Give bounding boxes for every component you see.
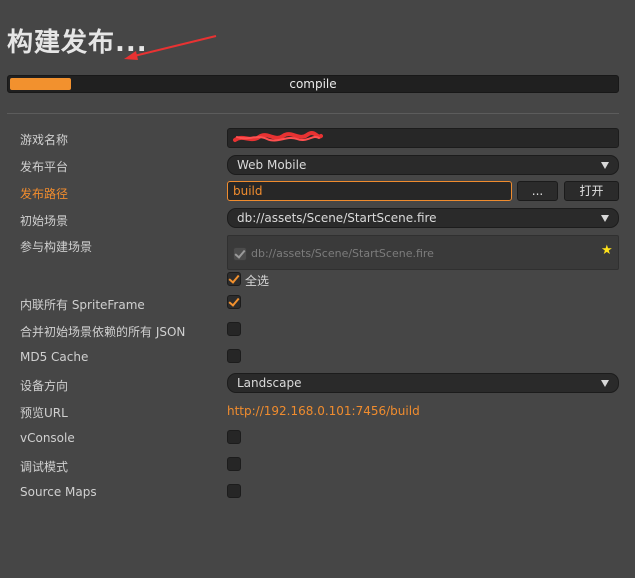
vconsole-label: vConsole: [20, 431, 75, 445]
build-progress-bar: compile: [7, 75, 619, 93]
scene-list-item: db://assets/Scene/StartScene.fire: [251, 247, 434, 260]
game-name-input[interactable]: [227, 128, 619, 148]
chevron-down-icon: [601, 380, 609, 387]
orientation-value: Landscape: [237, 376, 302, 390]
platform-select[interactable]: Web Mobile: [227, 155, 619, 175]
orientation-label: 设备方向: [20, 379, 69, 393]
start-scene-label: 初始场景: [20, 214, 69, 228]
preview-url-label: 预览URL: [20, 406, 68, 420]
start-scene-select[interactable]: db://assets/Scene/StartScene.fire: [227, 208, 619, 228]
browse-button[interactable]: ...: [517, 181, 558, 201]
merge-json-label: 合并初始场景依赖的所有 JSON: [20, 325, 186, 339]
progress-label: compile: [289, 77, 337, 91]
inline-spriteframe-label: 内联所有 SpriteFrame: [20, 298, 145, 312]
scene-checkbox: [233, 247, 247, 261]
build-path-label: 发布路径: [20, 187, 69, 201]
build-path-input[interactable]: build: [227, 181, 512, 201]
build-path-value: build: [233, 184, 263, 198]
select-all-label: 全选: [245, 274, 270, 288]
inline-spriteframe-checkbox[interactable]: [227, 295, 241, 309]
debug-mode-checkbox[interactable]: [227, 457, 241, 471]
annotation-arrow: [124, 35, 217, 60]
redaction-scribble: [233, 131, 323, 142]
source-maps-checkbox[interactable]: [227, 484, 241, 498]
open-folder-button[interactable]: 打开: [564, 181, 619, 201]
merge-json-checkbox[interactable]: [227, 322, 241, 336]
md5-cache-checkbox[interactable]: [227, 349, 241, 363]
start-scene-value: db://assets/Scene/StartScene.fire: [237, 211, 437, 225]
vconsole-checkbox[interactable]: [227, 430, 241, 444]
platform-label: 发布平台: [20, 160, 69, 174]
select-all-checkbox[interactable]: [227, 272, 241, 286]
preview-url-link[interactable]: http://192.168.0.101:7456/build: [227, 404, 420, 418]
chevron-down-icon: [601, 162, 609, 169]
source-maps-label: Source Maps: [20, 485, 97, 499]
game-name-label: 游戏名称: [20, 133, 69, 147]
debug-mode-label: 调试模式: [20, 460, 69, 474]
star-icon: ★: [601, 243, 613, 258]
divider: [7, 113, 619, 114]
chevron-down-icon: [601, 215, 609, 222]
md5-cache-label: MD5 Cache: [20, 350, 89, 364]
platform-value: Web Mobile: [237, 158, 307, 172]
orientation-select[interactable]: Landscape: [227, 373, 619, 393]
included-scenes-label: 参与构建场景: [20, 240, 93, 254]
